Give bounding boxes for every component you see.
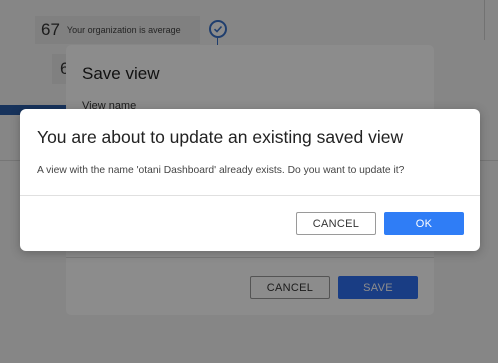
cancel-button[interactable]: CANCEL [296, 212, 376, 235]
confirm-update-modal: You are about to update an existing save… [20, 109, 480, 251]
modal-title: You are about to update an existing save… [37, 127, 404, 147]
ok-button[interactable]: OK [384, 212, 464, 235]
modal-footer-divider [20, 195, 480, 196]
modal-message: A view with the name 'otani Dashboard' a… [37, 165, 405, 176]
